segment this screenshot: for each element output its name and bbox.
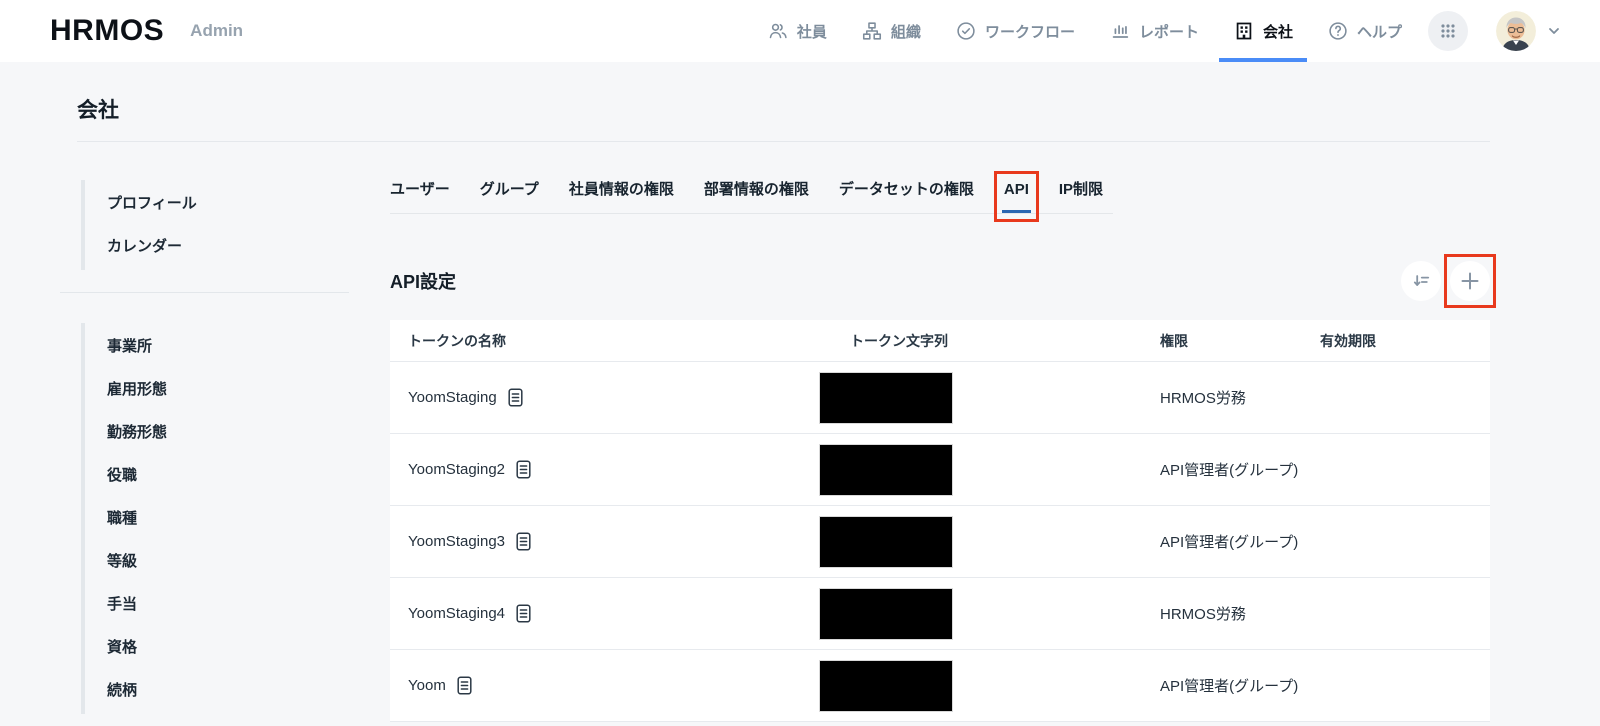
token-name: YoomStaging3	[408, 533, 506, 550]
copy-token-button[interactable]	[516, 460, 531, 479]
title-divider	[77, 141, 1490, 142]
table-row: YoomStaging2 API管理者(グループ)	[390, 434, 1490, 506]
sidebar-item-employment-type[interactable]: 雇用形態	[107, 368, 349, 411]
add-token-button[interactable]	[1450, 261, 1490, 301]
nav-item-organization[interactable]: 組織	[861, 0, 921, 62]
avatar-image	[1496, 11, 1536, 51]
nav-label: レポート	[1138, 23, 1199, 41]
sidebar-item-qualification[interactable]: 資格	[107, 626, 349, 669]
nav-label: 組織	[890, 23, 921, 41]
copy-token-button[interactable]	[457, 676, 472, 695]
apps-grid-button[interactable]	[1428, 11, 1468, 51]
token-permission: API管理者(グループ)	[1160, 534, 1299, 551]
tab-api[interactable]: API	[993, 171, 1039, 222]
copy-icon	[516, 460, 531, 479]
page-title: 会社	[77, 99, 119, 122]
token-name: YoomStaging4	[408, 605, 506, 622]
user-avatar[interactable]	[1496, 11, 1536, 51]
tab-api-label: API	[1003, 181, 1029, 198]
tab-groups[interactable]: グループ	[480, 180, 539, 200]
nav-item-help[interactable]: ヘルプ	[1327, 0, 1402, 62]
redacted-token-value	[820, 516, 952, 567]
avatar-menu-chevron[interactable]	[1546, 23, 1562, 39]
token-permission: HRMOS労務	[1160, 390, 1246, 407]
nav-item-company[interactable]: 会社	[1218, 0, 1308, 62]
copy-icon	[516, 604, 531, 623]
section-actions	[1401, 254, 1496, 308]
copy-icon	[508, 388, 523, 407]
settings-tabs: ユーザー グループ 社員情報の権限 部署情報の権限 データセットの権限 API …	[390, 171, 1113, 222]
sidebar-group-general: プロフィール カレンダー	[81, 180, 349, 270]
sidebar-divider	[60, 292, 349, 293]
sort-button[interactable]	[1401, 261, 1441, 301]
tab-department-info-permission[interactable]: 部署情報の権限	[704, 180, 809, 200]
token-name: YoomStaging	[408, 389, 497, 406]
settings-sidebar: プロフィール カレンダー 事業所 雇用形態 勤務形態 役職 職種 等級 手当 資…	[60, 180, 349, 722]
top-navigation-bar: HRMOS Admin 社員 組織 ワークフロー レポート 会社 ヘルプ	[0, 0, 1600, 62]
redacted-token-value	[820, 444, 952, 495]
redacted-token-value	[820, 588, 952, 639]
copy-icon	[457, 676, 472, 695]
page-content: 会社 プロフィール カレンダー 事業所 雇用形態 勤務形態 役職 職種 等級 手…	[0, 94, 1600, 722]
chevron-down-icon	[1549, 28, 1559, 34]
api-token-table: トークンの名称 トークン文字列 権限 有効期限 YoomStaging HRMO…	[390, 320, 1490, 722]
sidebar-item-allowance[interactable]: 手当	[107, 583, 349, 626]
sidebar-item-office[interactable]: 事業所	[107, 325, 349, 368]
table-header-row: トークンの名称 トークン文字列 権限 有効期限	[390, 320, 1490, 362]
token-name: Yoom	[408, 677, 446, 694]
copy-token-button[interactable]	[516, 604, 531, 623]
sidebar-item-grade[interactable]: 等級	[107, 540, 349, 583]
redacted-token-value	[820, 660, 952, 711]
sidebar-item-profile[interactable]: プロフィール	[107, 182, 349, 225]
help-circle-icon	[1329, 22, 1347, 40]
copy-token-button[interactable]	[516, 532, 531, 551]
token-permission: HRMOS労務	[1160, 606, 1246, 623]
tab-users[interactable]: ユーザー	[390, 180, 450, 200]
check-circle-icon	[957, 22, 975, 40]
hrmos-logo[interactable]: HRMOS	[50, 14, 164, 48]
table-row: YoomStaging3 API管理者(グループ)	[390, 506, 1490, 578]
sidebar-group-master: 事業所 雇用形態 勤務形態 役職 職種 等級 手当 資格 続柄	[81, 323, 349, 714]
main-panel: ユーザー グループ 社員情報の権限 部署情報の権限 データセットの権限 API …	[390, 171, 1496, 722]
people-icon	[769, 23, 787, 39]
table-row: YoomStaging4 HRMOS労務	[390, 578, 1490, 650]
table-row: Yoom API管理者(グループ)	[390, 650, 1490, 722]
org-chart-icon	[862, 22, 881, 40]
tab-employee-info-permission[interactable]: 社員情報の権限	[569, 180, 674, 200]
nav-label: ヘルプ	[1356, 23, 1402, 41]
redacted-token-value	[820, 372, 952, 423]
sidebar-item-position[interactable]: 役職	[107, 454, 349, 497]
sidebar-item-work-style[interactable]: 勤務形態	[107, 411, 349, 454]
tab-ip-restriction[interactable]: IP制限	[1059, 180, 1103, 200]
nav-label: 社員	[796, 23, 827, 41]
token-name: YoomStaging2	[408, 461, 506, 478]
nav-item-workflow[interactable]: ワークフロー	[955, 0, 1075, 62]
sidebar-item-relationship[interactable]: 続柄	[107, 669, 349, 712]
token-permission: API管理者(グループ)	[1160, 462, 1299, 479]
bar-chart-icon	[1112, 25, 1129, 38]
copy-token-button[interactable]	[508, 388, 523, 407]
plus-icon	[1461, 272, 1479, 290]
column-header-token-name: トークンの名称	[408, 332, 506, 349]
copy-icon	[516, 532, 531, 551]
api-settings-header: API設定	[390, 254, 1496, 308]
nav-item-employees[interactable]: 社員	[767, 0, 827, 62]
sort-icon	[1413, 275, 1430, 286]
tab-dataset-permission[interactable]: データセットの権限	[839, 180, 974, 200]
column-header-expiry: 有効期限	[1320, 332, 1376, 349]
building-icon	[1236, 22, 1252, 40]
sidebar-item-calendar[interactable]: カレンダー	[107, 225, 349, 268]
sidebar-item-job-category[interactable]: 職種	[107, 497, 349, 540]
token-permission: API管理者(グループ)	[1160, 678, 1299, 695]
nav-item-report[interactable]: レポート	[1109, 0, 1199, 62]
nav-label: 会社	[1262, 23, 1293, 41]
column-header-permission: 権限	[1160, 332, 1188, 349]
admin-label: Admin	[190, 21, 244, 40]
apps-grid-icon	[1441, 24, 1455, 38]
table-row: YoomStaging HRMOS労務	[390, 362, 1490, 434]
nav-label: ワークフロー	[984, 23, 1075, 41]
section-title: API設定	[390, 272, 457, 292]
column-header-token-string: トークン文字列	[850, 332, 948, 349]
primary-nav: 社員 組織 ワークフロー レポート 会社 ヘルプ	[767, 0, 1402, 62]
